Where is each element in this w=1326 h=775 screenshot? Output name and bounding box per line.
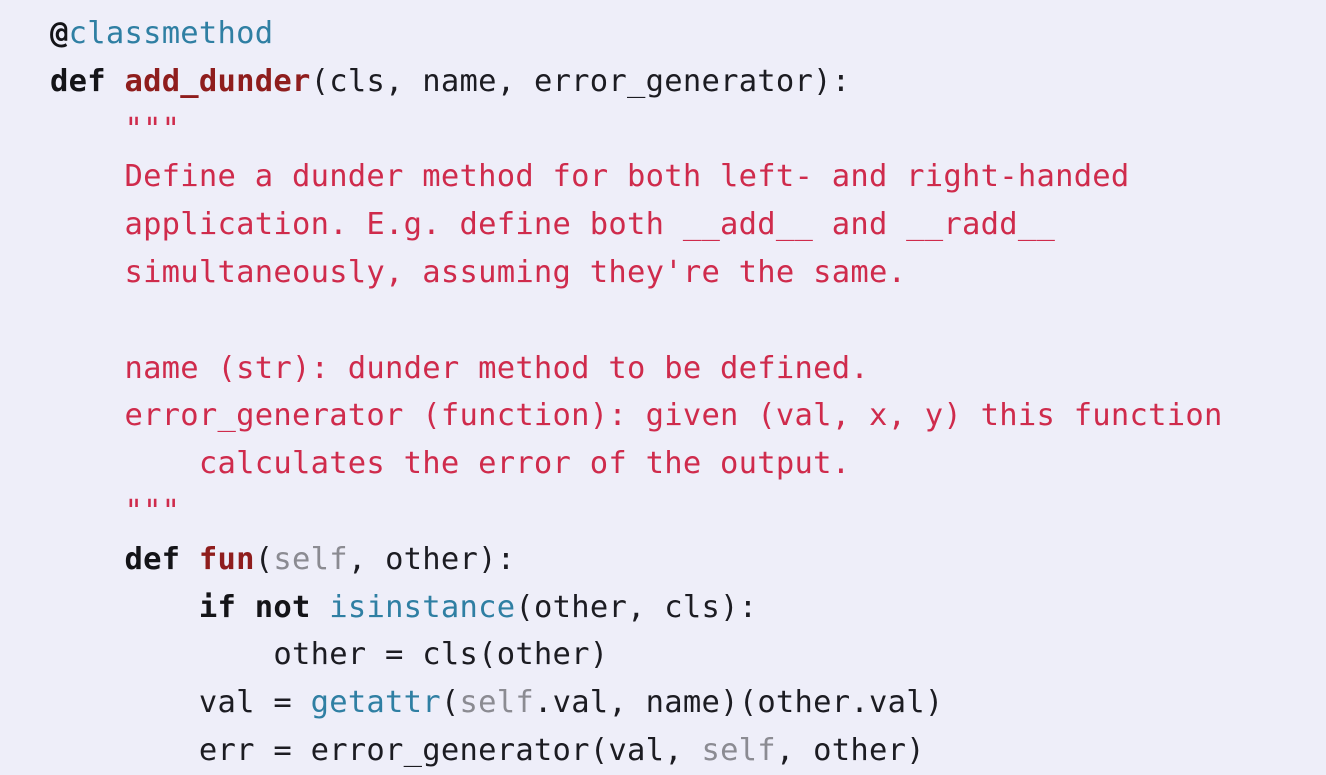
- code-view: @classmethod def add_dunder(cls, name, er…: [0, 0, 1326, 774]
- code-line: """: [50, 106, 1326, 154]
- self-token: self: [701, 732, 776, 768]
- code-token: (cls, name, error_generator):: [310, 63, 851, 99]
- code-token: , other): [775, 732, 925, 768]
- docstring-token: name (str): dunder method to be defined.: [124, 350, 869, 386]
- keyword-token: def: [50, 63, 106, 99]
- code-line: Define a dunder method for both left- an…: [50, 153, 1326, 201]
- builtin-token: isinstance: [329, 589, 516, 625]
- code-line: error_generator (function): given (val, …: [50, 392, 1326, 440]
- function-name-token: fun: [198, 541, 255, 577]
- docstring-token: simultaneously, assuming they're the sam…: [124, 254, 907, 290]
- code-line: calculates the error of the output.: [50, 440, 1326, 488]
- code-line: name (str): dunder method to be defined.: [50, 345, 1326, 393]
- code-line: application. E.g. define both __add__ an…: [50, 201, 1326, 249]
- code-line: other = cls(other): [50, 631, 1326, 679]
- code-token: (: [440, 685, 460, 721]
- decorator-token: @: [50, 16, 69, 51]
- self-token: self: [459, 685, 534, 721]
- code-token: val =: [198, 685, 311, 721]
- code-line: """: [50, 488, 1326, 536]
- keyword-token: if: [198, 589, 237, 625]
- code-token: (other, cls):: [515, 589, 758, 625]
- keyword-token: def: [124, 541, 181, 577]
- code-token: err = error_generator(val,: [198, 732, 702, 768]
- code-token: , other):: [347, 541, 516, 577]
- docstring-token: error_generator (function): given (val, …: [124, 398, 1223, 434]
- docstring-token: Define a dunder method for both left- an…: [124, 159, 1130, 195]
- docstring-token: """: [124, 493, 181, 529]
- code-line: simultaneously, assuming they're the sam…: [50, 249, 1326, 297]
- docstring-token: """: [124, 111, 181, 147]
- code-token: (: [254, 541, 274, 577]
- code-line: err = error_generator(val, self, other): [50, 727, 1326, 775]
- docstring-token: application. E.g. define both __add__ an…: [124, 207, 1056, 243]
- code-token: .val, name)(other.val): [533, 685, 944, 721]
- code-line: def fun(self, other):: [50, 536, 1326, 584]
- self-token: self: [273, 541, 348, 577]
- code-line: @classmethod: [50, 10, 1326, 58]
- decorator-name-token: classmethod: [68, 16, 274, 51]
- builtin-token: getattr: [310, 685, 441, 721]
- code-line: if not isinstance(other, cls):: [50, 584, 1326, 632]
- docstring-token: calculates the error of the output.: [198, 446, 851, 482]
- function-name-token: add_dunder: [124, 63, 311, 99]
- keyword-token: not: [254, 589, 311, 625]
- code-line: def add_dunder(cls, name, error_generato…: [50, 58, 1326, 106]
- code-line: val = getattr(self.val, name)(other.val): [50, 679, 1326, 727]
- code-token: other = cls(other): [273, 637, 609, 673]
